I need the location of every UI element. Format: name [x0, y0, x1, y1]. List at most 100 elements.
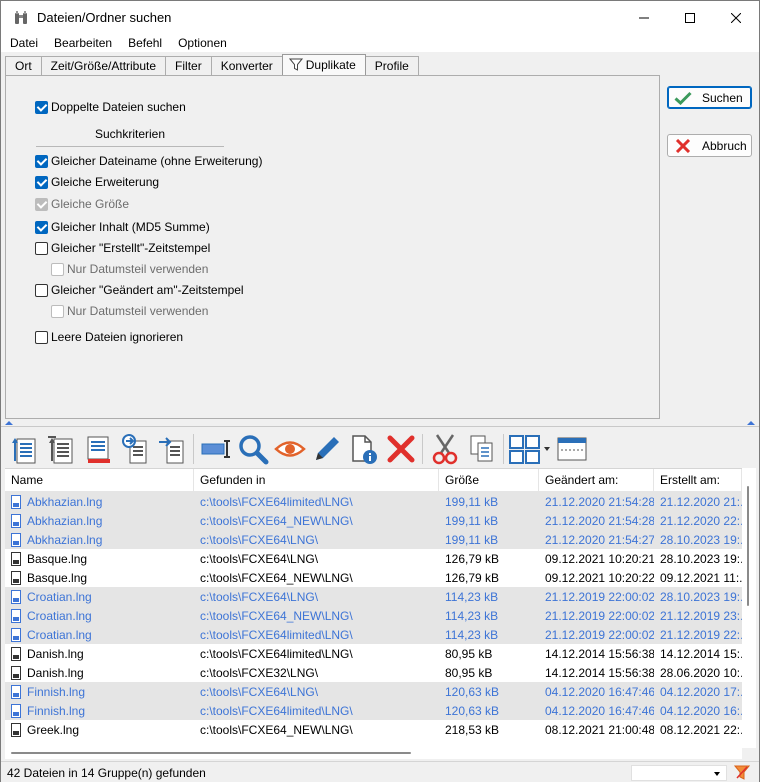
tab-profile[interactable]: Profile — [364, 56, 419, 75]
list-remove-button[interactable] — [79, 431, 116, 467]
tab-duplikate-label: Duplikate — [305, 58, 356, 72]
menu-datei[interactable]: Datei — [1, 34, 45, 52]
column-header-modified[interactable]: Geändert am: — [539, 469, 654, 491]
same-created-checkbox[interactable] — [35, 241, 48, 255]
same-extension-checkbox[interactable] — [35, 175, 48, 189]
splitter-arrow-right-icon — [747, 421, 755, 425]
table-row[interactable]: Danish.lng c:\tools\FCXE64limited\LNG\ 80,… — [5, 644, 742, 663]
move-to-list-button[interactable] — [116, 431, 153, 467]
title-bar: Dateien/Ordner suchen — [1, 1, 759, 34]
menu-optionen[interactable]: Optionen — [169, 34, 234, 52]
cell-path: c:\tools\FCXE64_NEW\LNG\ — [200, 570, 353, 585]
delete-button[interactable] — [382, 431, 419, 467]
cancel-button[interactable]: Abbruch — [667, 134, 752, 157]
file-icon — [11, 513, 21, 528]
find-duplicates-option[interactable]: Doppelte Dateien suchen — [35, 100, 186, 114]
tab-zeit-groesse-attribute[interactable]: Zeit/Größe/Attribute — [40, 56, 167, 75]
tab-filter[interactable]: Filter — [165, 56, 212, 75]
cell-path: c:\tools\FCXE64_NEW\LNG\ — [200, 608, 353, 623]
menu-bearbeiten[interactable]: Bearbeiten — [45, 34, 119, 52]
horizontal-scrollbar[interactable] — [5, 748, 742, 759]
same-size-checkbox — [35, 197, 48, 211]
layout-button[interactable] — [553, 431, 590, 467]
ignore-empty-option[interactable]: Leere Dateien ignorieren — [35, 330, 183, 344]
cell-path: c:\tools\FCXE64_NEW\LNG\ — [200, 513, 353, 528]
table-row[interactable]: Abkhazian.lng c:\tools\FCXE64\LNG\ 199,11 … — [5, 530, 742, 549]
table-row[interactable]: Finnish.lng c:\tools\FCXE64limited\LNG\ 12… — [5, 701, 742, 720]
column-header-found-in[interactable]: Gefunden in — [194, 469, 439, 491]
table-row[interactable]: Abkhazian.lng c:\tools\FCXE64_NEW\LNG\ 199… — [5, 511, 742, 530]
copy-icon — [470, 435, 492, 462]
list-top-button[interactable] — [42, 431, 79, 467]
same-modified-checkbox[interactable] — [35, 283, 48, 297]
cell-path: c:\tools\FCXE64limited\LNG\ — [200, 627, 353, 642]
list-up-button[interactable] — [5, 431, 42, 467]
app-window: Dateien/Ordner suchen Datei Bearbeiten B… — [0, 0, 760, 782]
table-row[interactable]: Greek.lng c:\tools\FCXE64_NEW\LNG\ 218,53 … — [5, 720, 742, 739]
vertical-scrollbar[interactable] — [742, 468, 756, 748]
move-to-list-icon — [121, 434, 146, 464]
tab-duplikate[interactable]: Duplikate — [281, 54, 366, 75]
column-header-size[interactable]: Größe — [439, 469, 539, 491]
file-icon — [11, 703, 21, 718]
menu-bar: Datei Bearbeiten Befehl Optionen — [1, 34, 759, 52]
file-icon — [11, 494, 21, 509]
tab-ort[interactable]: Ort — [5, 56, 42, 75]
same-extension-option[interactable]: Gleiche Erweiterung — [35, 175, 159, 189]
file-name: Basque.lng — [27, 551, 88, 566]
horizontal-scroll-thumb[interactable] — [11, 752, 411, 754]
same-filename-checkbox[interactable] — [35, 154, 48, 168]
find-duplicates-checkbox[interactable] — [35, 100, 48, 114]
table-row[interactable]: Croatian.lng c:\tools\FCXE64_NEW\LNG\ 114,… — [5, 606, 742, 625]
file-name: Danish.lng — [27, 665, 84, 680]
feed-to-list-button[interactable] — [153, 431, 190, 467]
table-row[interactable]: Croatian.lng c:\tools\FCXE64\LNG\ 114,23 k… — [5, 587, 742, 606]
results-header: Name Gefunden in Größe Geändert am: Erst… — [5, 469, 742, 492]
funnel-filter-icon[interactable] — [734, 765, 750, 780]
ignore-empty-checkbox[interactable] — [35, 330, 48, 344]
search-button[interactable]: Suchen — [667, 86, 752, 109]
checkmark-icon — [674, 91, 692, 105]
close-icon — [731, 12, 741, 23]
table-row[interactable]: Abkhazian.lng c:\tools\FCXE64limited\LNG\… — [5, 492, 742, 511]
same-created-option[interactable]: Gleicher "Erstellt"-Zeitstempel — [35, 241, 210, 255]
results-list[interactable]: Name Gefunden in Größe Geändert am: Erst… — [5, 468, 742, 748]
ignore-empty-label: Leere Dateien ignorieren — [51, 330, 184, 344]
table-row[interactable]: Basque.lng c:\tools\FCXE64\LNG\ 126,79 kB 0… — [5, 549, 742, 568]
toolbar-separator — [422, 434, 423, 464]
panel-splitter[interactable] — [1, 419, 759, 427]
view-mode-button[interactable] — [507, 431, 553, 467]
table-row[interactable]: Danish.lng c:\tools\FCXE32\LNG\ 80,95 kB 14… — [5, 663, 742, 682]
maximize-button[interactable] — [667, 1, 713, 34]
minimize-button[interactable] — [621, 1, 667, 34]
copy-button[interactable] — [463, 431, 500, 467]
same-filename-option[interactable]: Gleicher Dateiname (ohne Erweiterung) — [35, 154, 262, 168]
menu-befehl[interactable]: Befehl — [119, 34, 169, 52]
column-header-name[interactable]: Name — [5, 469, 194, 491]
same-content-option[interactable]: Gleicher Inhalt (MD5 Summe) — [35, 220, 210, 234]
window-layout-icon — [557, 437, 586, 461]
file-icon — [11, 646, 21, 661]
column-header-created[interactable]: Erstellt am: — [654, 469, 742, 491]
same-content-checkbox[interactable] — [35, 220, 48, 234]
cut-button[interactable] — [426, 431, 463, 467]
close-button[interactable] — [713, 1, 759, 34]
view-button[interactable] — [271, 431, 308, 467]
table-row[interactable]: Croatian.lng c:\tools\FCXE64limited\LNG\ 1… — [5, 625, 742, 644]
cell-path: c:\tools\FCXE32\LNG\ — [200, 665, 319, 680]
rename-button[interactable] — [197, 431, 234, 467]
same-modified-option[interactable]: Gleicher "Geändert am"-Zeitstempel — [35, 283, 244, 297]
status-filter-combo[interactable] — [631, 765, 727, 781]
tab-konverter[interactable]: Konverter — [210, 56, 283, 75]
search-magnifier-button[interactable] — [234, 431, 271, 467]
eye-icon — [273, 441, 306, 457]
properties-button[interactable] — [345, 431, 382, 467]
file-name: Croatian.lng — [27, 627, 92, 642]
cell-created: 21.12.2020 21:... — [660, 494, 742, 509]
table-row[interactable]: Basque.lng c:\tools\FCXE64_NEW\LNG\ 126,79… — [5, 568, 742, 587]
edit-button[interactable] — [308, 431, 345, 467]
vertical-scroll-thumb[interactable] — [747, 486, 749, 606]
cell-size: 199,11 kB — [445, 494, 499, 509]
minimize-icon — [639, 17, 649, 18]
table-row[interactable]: Finnish.lng c:\tools\FCXE64\LNG\ 120,63 kB… — [5, 682, 742, 701]
